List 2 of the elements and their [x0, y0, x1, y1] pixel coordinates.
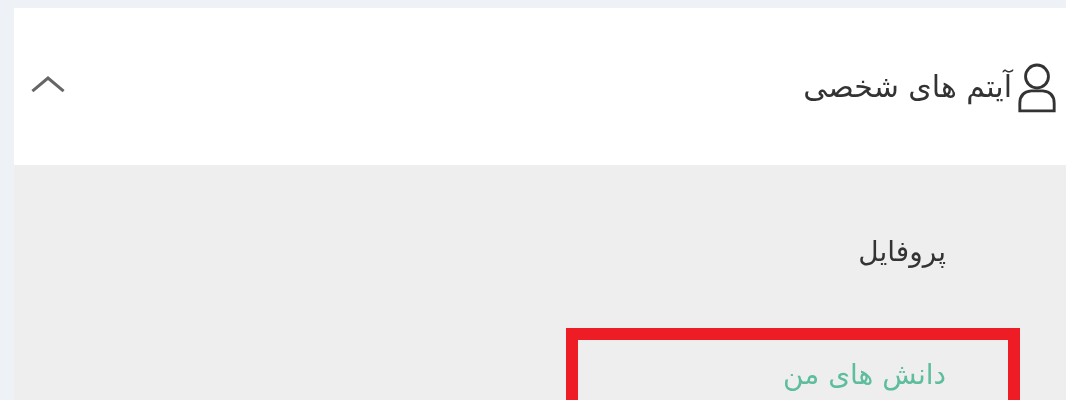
- menu-item[interactable]: پروفایل: [566, 205, 1020, 320]
- section-title: آیتم های شخصی: [803, 69, 1012, 104]
